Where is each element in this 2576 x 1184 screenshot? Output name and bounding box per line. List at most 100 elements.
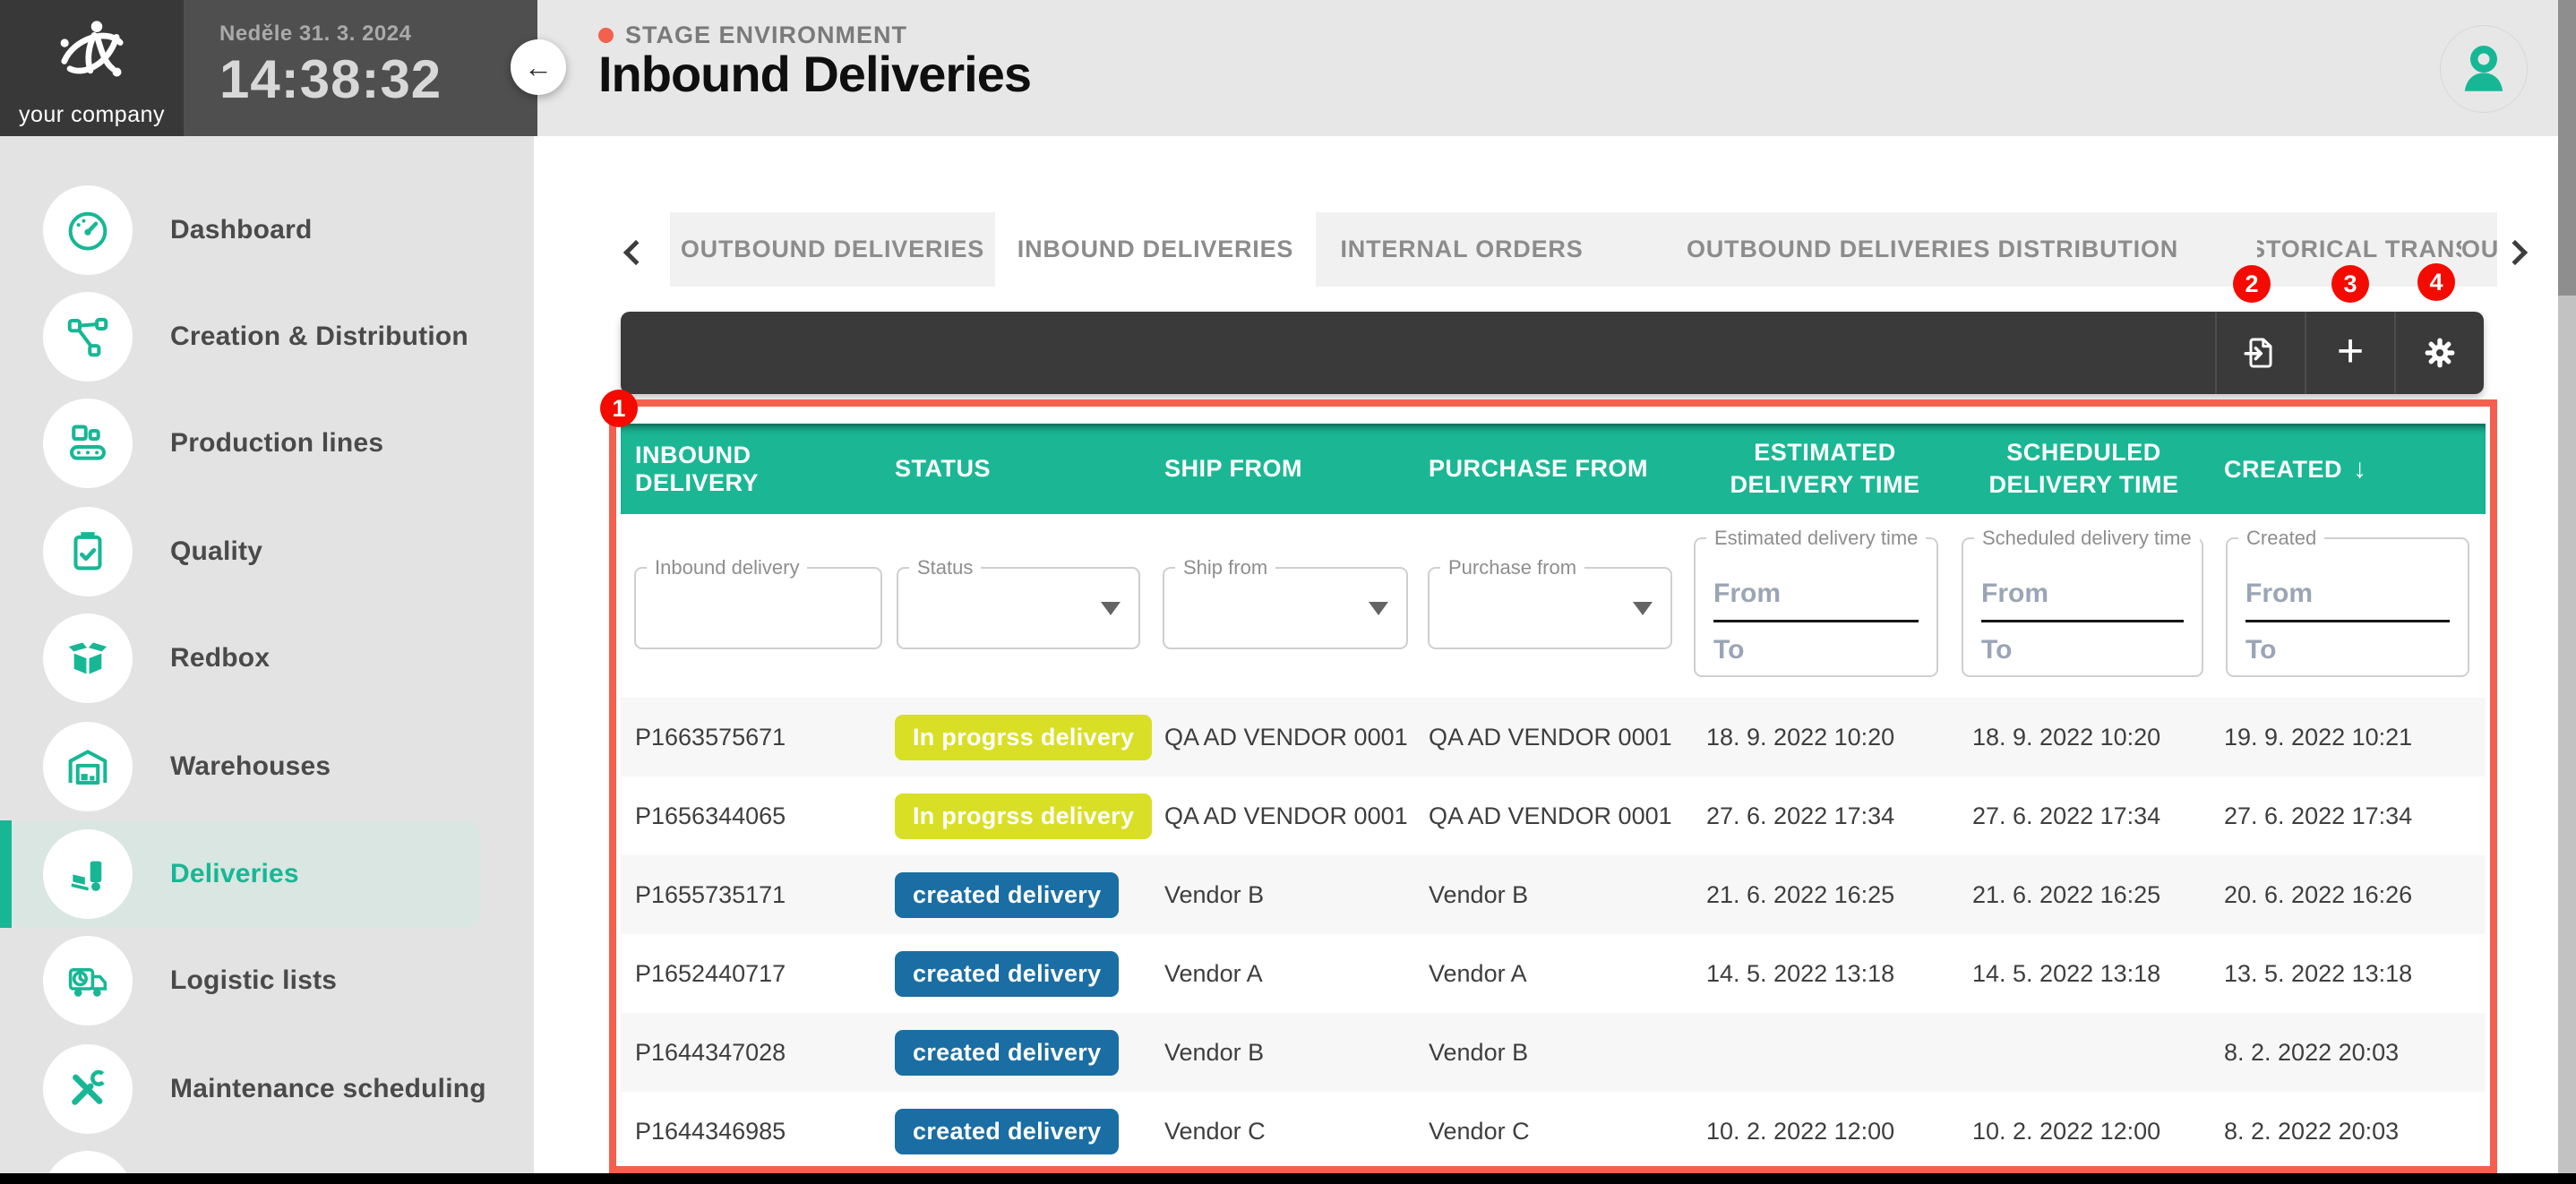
- tabs-scroll-left-button[interactable]: [618, 235, 654, 270]
- table-row[interactable]: P1652440717 created delivery Vendor A Ve…: [621, 934, 2486, 1013]
- company-logo: your company: [0, 0, 184, 136]
- purchase-from-filter-select[interactable]: Purchase from: [1428, 567, 1672, 649]
- cell-created: 8. 2. 2022 20:03: [2210, 1039, 2486, 1067]
- cell-status: created delivery: [880, 1030, 1150, 1076]
- toolbar: +: [621, 312, 2484, 394]
- status-badge: In progrss delivery: [895, 715, 1152, 760]
- settings-button[interactable]: [2394, 312, 2484, 394]
- cell-estimated: 18. 9. 2022 10:20: [1692, 724, 1958, 751]
- logo-graphic: [47, 7, 137, 97]
- clock-panel: Neděle 31. 3. 2024 14:38:32: [184, 0, 537, 136]
- tab-internal-orders[interactable]: INTERNAL ORDERS: [1316, 212, 1608, 287]
- status-badge: In progrss delivery: [895, 794, 1152, 839]
- table-row[interactable]: P1663575671 In progrss delivery QA AD VE…: [621, 698, 2486, 776]
- filter-row: Inbound delivery Status Ship from Purcha…: [621, 514, 2486, 698]
- conveyor-icon: [64, 419, 112, 468]
- sidebar-item-deliveries[interactable]: Deliveries: [0, 820, 534, 928]
- cell-inbound-delivery: P1652440717: [621, 960, 880, 988]
- inbound-delivery-input[interactable]: [643, 576, 863, 640]
- cell-inbound-delivery: P1656344065: [621, 802, 880, 830]
- tabs-scroll-right-button[interactable]: [2497, 235, 2533, 270]
- col-status: STATUS: [880, 455, 1150, 483]
- cell-scheduled: 21. 6. 2022 16:25: [1958, 881, 2210, 909]
- sidebar-item-dashboard[interactable]: Dashboard: [0, 176, 534, 284]
- cell-inbound-delivery: P1644346985: [621, 1118, 880, 1145]
- ship-from-filter-select[interactable]: Ship from: [1163, 567, 1408, 649]
- sidebar-item-label: Dashboard: [170, 176, 313, 284]
- cell-scheduled: 14. 5. 2022 13:18: [1958, 960, 2210, 988]
- dropdown-arrow-icon: [1101, 602, 1121, 615]
- from-field[interactable]: From: [1713, 579, 1919, 609]
- table-row[interactable]: P1655735171 created delivery Vendor B Ve…: [621, 855, 2486, 934]
- cell-purchase-from: Vendor C: [1414, 1118, 1692, 1145]
- table-row[interactable]: P1644346985 created delivery Vendor C Ve…: [621, 1092, 2486, 1171]
- sidebar-item-quality[interactable]: Quality: [0, 498, 534, 605]
- forklift-icon: [64, 850, 112, 898]
- cell-ship-from: Vendor B: [1150, 1039, 1414, 1067]
- cell-scheduled: 27. 6. 2022 17:34: [1958, 802, 2210, 830]
- cell-purchase-from: Vendor B: [1414, 881, 1692, 909]
- cell-created: 13. 5. 2022 13:18: [2210, 960, 2486, 988]
- table-row[interactable]: P1656344065 In progrss delivery QA AD VE…: [621, 776, 2486, 855]
- user-avatar-button[interactable]: [2440, 25, 2528, 113]
- cell-inbound-delivery: P1663575671: [621, 724, 880, 751]
- to-field[interactable]: To: [2245, 635, 2450, 665]
- from-field[interactable]: From: [2245, 579, 2450, 609]
- sidebar-item-label: Maintenance scheduling: [170, 1035, 486, 1143]
- tab-inbound-deliveries[interactable]: INBOUND DELIVERIES: [995, 212, 1316, 287]
- add-button[interactable]: +: [2305, 312, 2394, 394]
- col-ship-from: SHIP FROM: [1150, 455, 1414, 483]
- from-field[interactable]: From: [1981, 579, 2184, 609]
- tabs-bar: OUTBOUND DELIVERIES INBOUND DELIVERIES I…: [670, 212, 2497, 287]
- tab-overflow-clipped[interactable]: OU: [2461, 212, 2497, 287]
- page-title: Inbound Deliveries: [598, 45, 1031, 103]
- col-estimated-delivery-time: ESTIMATED DELIVERY TIME: [1692, 437, 1958, 500]
- annotation-badge-4: 4: [2417, 263, 2455, 301]
- to-field[interactable]: To: [1981, 635, 2184, 665]
- sidebar-item-label: Quality: [170, 498, 262, 605]
- cell-purchase-from: Vendor B: [1414, 1039, 1692, 1067]
- back-button[interactable]: ←: [511, 39, 566, 95]
- cell-status: created delivery: [880, 951, 1150, 997]
- status-badge: created delivery: [895, 1030, 1119, 1076]
- date-underline: [1713, 620, 1919, 622]
- sidebar-item-redbox[interactable]: Redbox: [0, 605, 534, 712]
- to-field[interactable]: To: [1713, 635, 1919, 665]
- cell-created: 27. 6. 2022 17:34: [2210, 802, 2486, 830]
- table-row[interactable]: P1644347028 created delivery Vendor B Ve…: [621, 1013, 2486, 1092]
- tab-outbound-deliveries-distribution[interactable]: OUTBOUND DELIVERIES DISTRIBUTION: [1608, 212, 2257, 287]
- sidebar-item-production-lines[interactable]: Production lines: [0, 390, 534, 497]
- page-scrollbar[interactable]: [2558, 0, 2576, 1184]
- sidebar-item-logistic-lists[interactable]: Logistic lists: [0, 927, 534, 1034]
- open-box-icon: [64, 634, 112, 682]
- cell-estimated: 14. 5. 2022 13:18: [1692, 960, 1958, 988]
- annotation-badge-1: 1: [600, 390, 638, 427]
- gear-icon: [2422, 335, 2458, 371]
- date-underline: [1981, 620, 2184, 622]
- warehouse-icon: [64, 742, 112, 791]
- cell-status: In progrss delivery: [880, 794, 1150, 839]
- sidebar-item-label: Production lines: [170, 390, 383, 497]
- bottom-edge-bar: [0, 1173, 2576, 1184]
- tab-outbound-deliveries[interactable]: OUTBOUND DELIVERIES: [670, 212, 995, 287]
- sidebar-item-warehouses[interactable]: Warehouses: [0, 713, 534, 820]
- estimated-time-filter: Estimated delivery time From To: [1694, 537, 1938, 677]
- status-filter-select[interactable]: Status: [897, 567, 1140, 649]
- cell-inbound-delivery: P1644347028: [621, 1039, 880, 1067]
- cell-created: 8. 2. 2022 20:03: [2210, 1118, 2486, 1145]
- sidebar-item-maintenance-scheduling[interactable]: Maintenance scheduling: [0, 1035, 534, 1143]
- gauge-icon: [64, 206, 112, 254]
- company-name: your company: [0, 102, 184, 128]
- app-root: your company Neděle 31. 3. 2024 14:38:32…: [0, 0, 2576, 1184]
- sidebar-item-label: Creation & Distribution: [170, 283, 468, 390]
- cell-estimated: 10. 2. 2022 12:00: [1692, 1118, 1958, 1145]
- col-created-sortable[interactable]: CREATED↓: [2210, 454, 2486, 485]
- status-badge: created delivery: [895, 872, 1119, 918]
- sidebar-item-creation-distribution[interactable]: Creation & Distribution: [0, 283, 534, 390]
- inbound-delivery-filter[interactable]: Inbound delivery: [634, 567, 882, 649]
- network-icon: [64, 313, 112, 361]
- status-badge: created delivery: [895, 951, 1119, 997]
- file-import-button[interactable]: [2215, 312, 2305, 394]
- tools-icon: [64, 1065, 112, 1113]
- scrollbar-thumb[interactable]: [2558, 0, 2576, 296]
